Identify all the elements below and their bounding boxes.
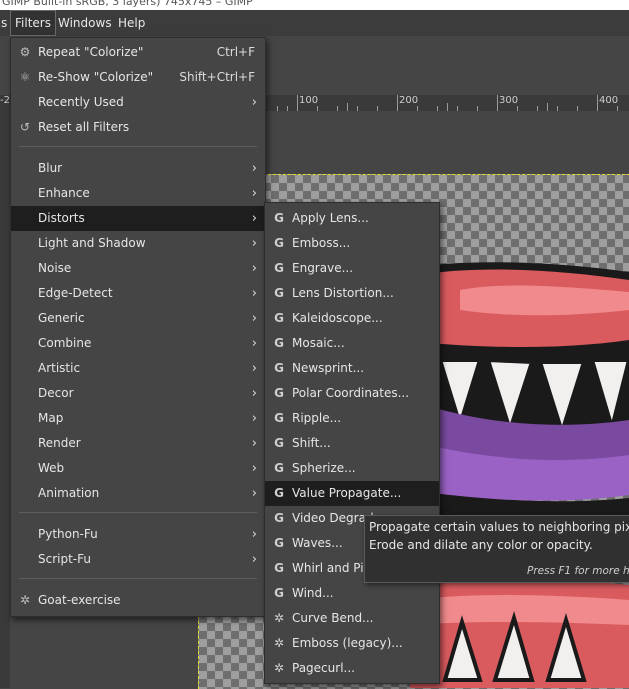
tooltip-value-propagate: Propagate certain values to neighboring …	[364, 515, 629, 583]
menu-item-distorts[interactable]: Distorts ›	[11, 206, 265, 231]
gegl-icon: G	[274, 311, 284, 325]
gegl-icon: G	[274, 511, 284, 525]
plugin-icon: ✲	[19, 593, 31, 607]
script-icon: ✲	[273, 611, 285, 625]
submenu-item-ripple[interactable]: G Ripple...	[265, 406, 439, 431]
filters-menu: ⚙ Repeat "Colorize" Ctrl+F ⚛ Re-Show "Co…	[10, 37, 266, 617]
tooltip-help-hint: Press F1 for more help	[527, 565, 629, 577]
chevron-right-icon: ›	[251, 286, 257, 301]
menu-item-script-fu[interactable]: Script-Fu ›	[11, 547, 265, 572]
menu-item-enhance[interactable]: Enhance ›	[11, 181, 265, 206]
chevron-right-icon: ›	[251, 336, 257, 351]
menu-item-repeat[interactable]: ⚙ Repeat "Colorize" Ctrl+F	[11, 40, 265, 65]
chevron-right-icon: ›	[251, 211, 257, 226]
menu-item-combine[interactable]: Combine ›	[11, 331, 265, 356]
gegl-icon: G	[274, 386, 284, 400]
gegl-icon: G	[274, 486, 284, 500]
submenu-item-kaleidoscope[interactable]: G Kaleidoscope...	[265, 306, 439, 331]
repeat-icon: ⚙	[19, 45, 31, 59]
gegl-icon: G	[274, 436, 284, 450]
submenu-item-newsprint[interactable]: G Newsprint...	[265, 356, 439, 381]
menu-item-light-and-shadow[interactable]: Light and Shadow ›	[11, 231, 265, 256]
gegl-icon: G	[274, 461, 284, 475]
chevron-right-icon: ›	[251, 436, 257, 451]
gegl-icon: G	[274, 561, 284, 575]
chevron-right-icon: ›	[251, 311, 257, 326]
reshow-icon: ⚛	[19, 70, 31, 84]
submenu-item-lens-distortion[interactable]: G Lens Distortion...	[265, 281, 439, 306]
submenu-item-shift[interactable]: G Shift...	[265, 431, 439, 456]
submenu-item-value-propagate[interactable]: G Value Propagate...	[265, 481, 439, 506]
chevron-right-icon: ›	[251, 161, 257, 176]
chevron-right-icon: ›	[251, 527, 257, 542]
gegl-icon: G	[274, 536, 284, 550]
submenu-item-spherize[interactable]: G Spherize...	[265, 456, 439, 481]
chevron-right-icon: ›	[251, 95, 257, 110]
menu-item-goat-exercise[interactable]: ✲ Goat-exercise	[11, 588, 265, 613]
script-icon: ✲	[273, 661, 285, 675]
tooltip-line-2: Erode and dilate any color or opacity.	[369, 538, 593, 552]
menu-separator	[19, 512, 257, 513]
menu-item-generic[interactable]: Generic ›	[11, 306, 265, 331]
menu-item-edge-detect[interactable]: Edge-Detect ›	[11, 281, 265, 306]
gegl-icon: G	[274, 411, 284, 425]
menu-item-artistic[interactable]: Artistic ›	[11, 356, 265, 381]
chevron-right-icon: ›	[251, 361, 257, 376]
submenu-item-pagecurl[interactable]: ✲ Pagecurl...	[265, 656, 439, 681]
menu-item-map[interactable]: Map ›	[11, 406, 265, 431]
chevron-right-icon: ›	[251, 486, 257, 501]
gegl-icon: G	[274, 361, 284, 375]
menu-separator	[19, 578, 257, 579]
menu-item-blur[interactable]: Blur ›	[11, 156, 265, 181]
submenu-item-polar-coordinates[interactable]: G Polar Coordinates...	[265, 381, 439, 406]
menu-separator	[19, 146, 257, 147]
submenu-item-emboss-legacy[interactable]: ✲ Emboss (legacy)...	[265, 631, 439, 656]
menu-item-reset-filters[interactable]: ↺ Reset all Filters	[11, 115, 265, 140]
gegl-icon: G	[274, 261, 284, 275]
submenu-item-wind[interactable]: G Wind...	[265, 581, 439, 606]
gegl-icon: G	[274, 586, 284, 600]
menu-item-decor[interactable]: Decor ›	[11, 381, 265, 406]
menu-item-reshow[interactable]: ⚛ Re-Show "Colorize" Shift+Ctrl+F	[11, 65, 265, 90]
reset-icon: ↺	[19, 120, 31, 134]
menu-item-render[interactable]: Render ›	[11, 431, 265, 456]
submenu-item-engrave[interactable]: G Engrave...	[265, 256, 439, 281]
submenu-item-apply-lens[interactable]: G Apply Lens...	[265, 206, 439, 231]
menu-item-animation[interactable]: Animation ›	[11, 481, 265, 506]
menu-item-recently-used[interactable]: Recently Used ›	[11, 90, 265, 115]
submenu-item-mosaic[interactable]: G Mosaic...	[265, 331, 439, 356]
distorts-submenu: G Apply Lens... G Emboss... G Engrave... GL…	[264, 202, 440, 684]
chevron-right-icon: ›	[251, 552, 257, 567]
gegl-icon: G	[274, 336, 284, 350]
chevron-right-icon: ›	[251, 461, 257, 476]
script-icon: ✲	[273, 636, 285, 650]
gegl-icon: G	[274, 286, 284, 300]
chevron-right-icon: ›	[251, 386, 257, 401]
gegl-icon: G	[274, 211, 284, 225]
chevron-right-icon: ›	[251, 411, 257, 426]
menu-item-web[interactable]: Web ›	[11, 456, 265, 481]
menu-item-python-fu[interactable]: Python-Fu ›	[11, 522, 265, 547]
submenu-item-curve-bend[interactable]: ✲ Curve Bend...	[265, 606, 439, 631]
submenu-item-emboss[interactable]: G Emboss...	[265, 231, 439, 256]
chevron-right-icon: ›	[251, 236, 257, 251]
tooltip-line-1: Propagate certain values to neighboring …	[369, 520, 629, 534]
menu-item-noise[interactable]: Noise ›	[11, 256, 265, 281]
gegl-icon: G	[274, 236, 284, 250]
chevron-right-icon: ›	[251, 261, 257, 276]
chevron-right-icon: ›	[251, 186, 257, 201]
